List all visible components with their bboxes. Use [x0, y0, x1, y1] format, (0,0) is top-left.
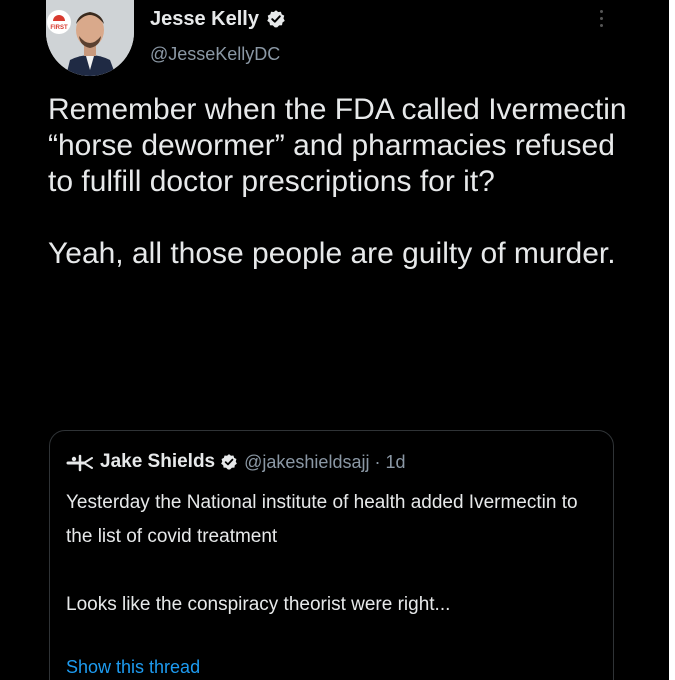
quoted-author-handle[interactable]: @jakeshieldsajj · 1d — [244, 452, 405, 473]
tweet-screenshot: FIRST Jesse Kelly @JesseKellyDC Remember… — [0, 0, 669, 680]
author-handle[interactable]: @JesseKellyDC — [150, 44, 280, 65]
quoted-verified-badge-icon — [221, 454, 237, 470]
tweet-paragraph-1: Remember when the FDA called Ivermectin … — [48, 93, 627, 198]
author-name[interactable]: Jesse Kelly — [150, 8, 259, 31]
more-options-icon[interactable] — [597, 10, 605, 32]
show-thread-link[interactable]: Show this thread — [66, 657, 200, 678]
tweet-paragraph-2: Yeah, all those people are guilty of mur… — [48, 237, 616, 270]
quoted-author-avatar-icon — [66, 454, 93, 472]
quoted-author-name[interactable]: Jake Shields — [100, 451, 215, 473]
quoted-tweet-text: Yesterday the National institute of heal… — [66, 486, 596, 622]
tweet-text: Remember when the FDA called Ivermectin … — [48, 92, 648, 272]
author-name-row: Jesse Kelly — [150, 6, 286, 32]
quoted-paragraph-1: Yesterday the National institute of heal… — [66, 492, 578, 547]
author-avatar[interactable]: FIRST — [46, 0, 134, 76]
avatar-badge-text: FIRST — [50, 25, 68, 31]
quoted-paragraph-2: Looks like the conspiracy theorist were … — [66, 594, 451, 615]
quoted-tweet-card[interactable]: Jake Shields @jakeshieldsajj · 1d Yester… — [49, 430, 614, 680]
quoted-tweet-header: Jake Shields @jakeshieldsajj · 1d — [66, 451, 405, 473]
verified-badge-icon — [267, 10, 285, 28]
